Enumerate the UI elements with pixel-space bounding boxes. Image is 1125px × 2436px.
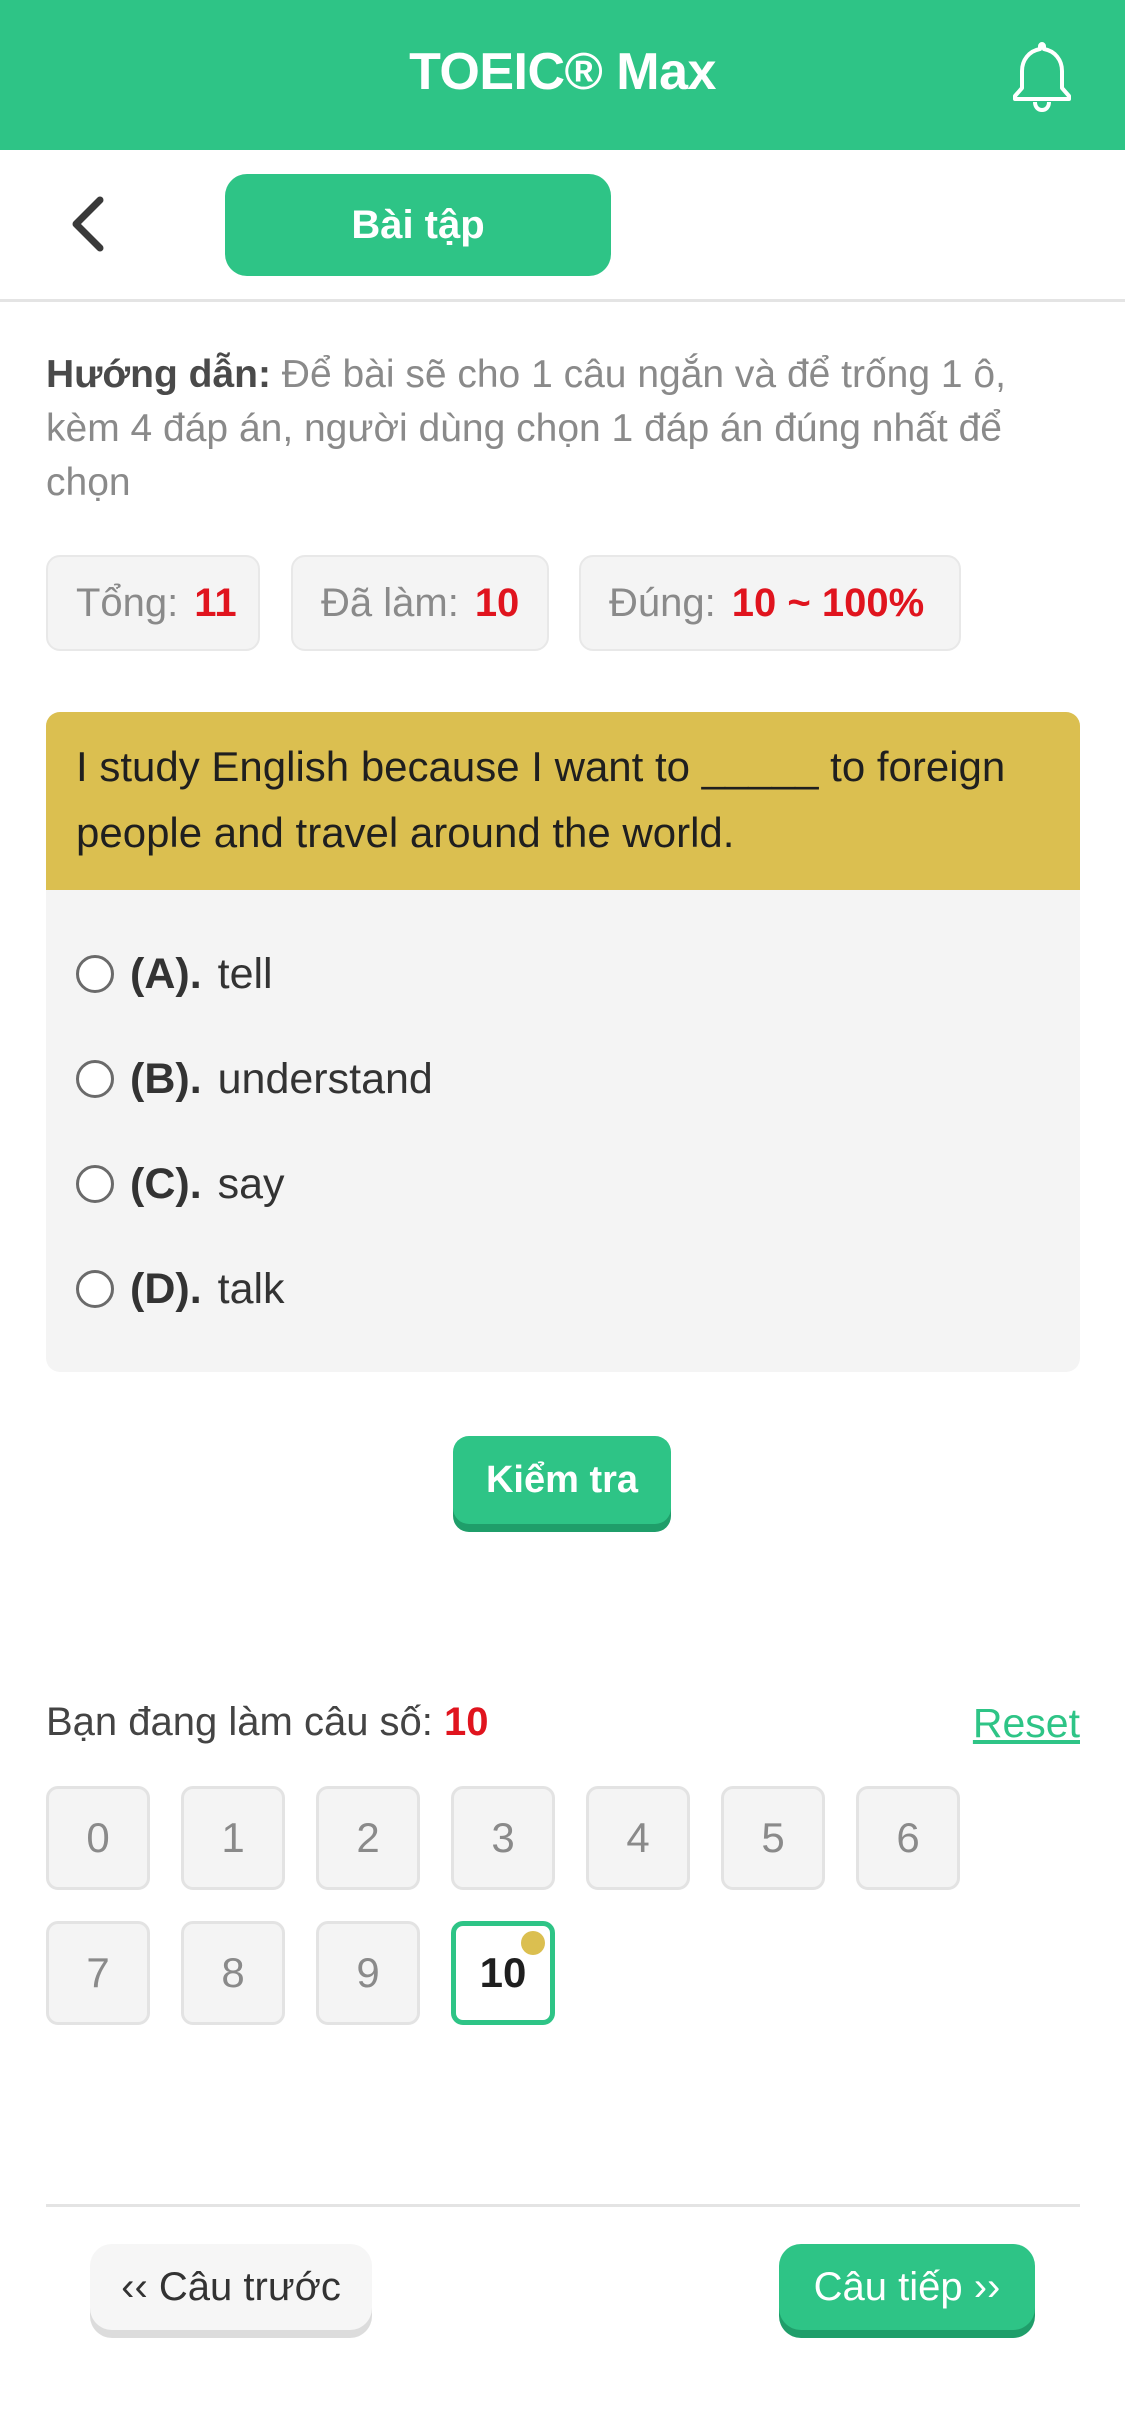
bell-icon[interactable]: [1010, 38, 1074, 112]
option-label: (A).: [130, 949, 202, 998]
option-b[interactable]: (B). understand: [76, 1039, 433, 1119]
question-number-button[interactable]: 7: [46, 1921, 150, 2025]
question-number-button[interactable]: 4: [586, 1786, 690, 1890]
question-number-button[interactable]: 9: [316, 1921, 420, 2025]
current-marker-dot: [521, 1931, 545, 1955]
option-label: (B).: [130, 1054, 202, 1103]
instructions-label: Hướng dẫn:: [46, 353, 271, 396]
next-question-button[interactable]: Câu tiếp ››: [779, 2244, 1035, 2330]
question-number-button[interactable]: 8: [181, 1921, 285, 2025]
stat-total: Tổng: 11: [46, 555, 260, 651]
previous-question-button[interactable]: ‹‹ Câu trước: [90, 2244, 372, 2330]
option-label: (C).: [130, 1159, 202, 1208]
current-question-number: 10: [444, 1700, 489, 1744]
option-text: understand: [217, 1054, 433, 1103]
stat-total-label: Tổng:: [76, 580, 179, 625]
app-header: TOEIC® Max: [0, 0, 1125, 150]
question-number-button[interactable]: 1: [181, 1786, 285, 1890]
chevron-left-icon[interactable]: [64, 192, 114, 256]
divider: [46, 2204, 1080, 2207]
stat-done-label: Đã làm:: [321, 580, 459, 625]
stat-correct-label: Đúng:: [609, 580, 716, 625]
option-a[interactable]: (A). tell: [76, 934, 273, 1014]
question-number-button[interactable]: 0: [46, 1786, 150, 1890]
option-text: say: [217, 1159, 285, 1208]
question-number-button[interactable]: 5: [721, 1786, 825, 1890]
radio-button[interactable]: [76, 1270, 114, 1308]
current-question-label: Bạn đang làm câu số:: [46, 1700, 433, 1744]
question-number-button[interactable]: 2: [316, 1786, 420, 1890]
instructions: Hướng dẫn: Để bài sẽ cho 1 câu ngắn và đ…: [46, 348, 1086, 510]
question-number-button[interactable]: 6: [856, 1786, 960, 1890]
question-number-label: 10: [479, 1949, 527, 1996]
app-title: TOEIC® Max: [409, 43, 716, 101]
stat-total-value: 11: [194, 580, 237, 625]
option-d[interactable]: (D). talk: [76, 1249, 285, 1329]
option-label: (D).: [130, 1264, 202, 1313]
tab-exercise[interactable]: Bài tập: [225, 174, 611, 276]
question-number-button-active[interactable]: 10: [451, 1921, 555, 2025]
option-text: talk: [217, 1264, 285, 1313]
stat-correct: Đúng: 10 ~ 100%: [579, 555, 961, 651]
current-question: Bạn đang làm câu số: 10: [46, 1700, 489, 1745]
question-card: I study English because I want to _____ …: [46, 712, 1080, 1372]
stat-done: Đã làm: 10: [291, 555, 549, 651]
option-c[interactable]: (C). say: [76, 1144, 285, 1224]
radio-button[interactable]: [76, 955, 114, 993]
radio-button[interactable]: [76, 1060, 114, 1098]
reset-link[interactable]: Reset: [970, 1700, 1080, 1747]
radio-button[interactable]: [76, 1165, 114, 1203]
stat-correct-value: 10 ~ 100%: [731, 580, 925, 625]
option-text: tell: [217, 949, 273, 998]
question-text: I study English because I want to _____ …: [46, 712, 1080, 890]
check-button[interactable]: Kiểm tra: [453, 1436, 671, 1524]
question-number-button[interactable]: 3: [451, 1786, 555, 1890]
stat-done-value: 10: [474, 580, 520, 625]
